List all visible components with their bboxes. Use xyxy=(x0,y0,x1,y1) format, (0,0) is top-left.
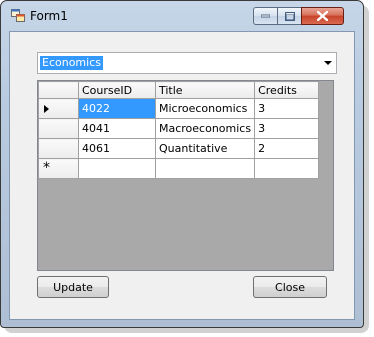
grid-corner-header[interactable] xyxy=(38,81,79,99)
cell-courseid[interactable]: 4022 xyxy=(78,98,156,119)
cell-courseid[interactable]: 4041 xyxy=(78,118,156,139)
new-row-asterisk-icon: * xyxy=(43,160,50,176)
close-x-icon xyxy=(317,11,328,21)
cell-credits[interactable]: 3 xyxy=(254,98,320,119)
cell-courseid[interactable]: 4061 xyxy=(78,138,156,159)
table-row[interactable]: 4041 Macroeconomics 3 xyxy=(38,118,320,139)
cell-title[interactable]: Microeconomics xyxy=(154,98,256,119)
maximize-button[interactable] xyxy=(277,7,302,25)
combobox-selected-text: Economics xyxy=(40,56,103,70)
column-header-title[interactable]: Title xyxy=(154,81,256,99)
row-header-current[interactable] xyxy=(38,98,79,119)
new-cell-courseid[interactable] xyxy=(78,158,156,179)
table-row[interactable]: 4061 Quantitative 2 xyxy=(38,138,320,159)
table-row[interactable]: 4022 Microeconomics 3 xyxy=(38,98,320,119)
form-client-area: Economics CourseID Title Credits 4022 Mi… xyxy=(9,31,355,320)
dropdown-arrow-icon[interactable] xyxy=(324,61,332,65)
title-bar[interactable]: Form1 xyxy=(1,1,363,31)
grid-table: CourseID Title Credits 4022 Microeconomi… xyxy=(38,81,320,179)
row-header[interactable] xyxy=(38,118,79,139)
cell-title[interactable]: Macroeconomics xyxy=(154,118,256,139)
minimize-button[interactable] xyxy=(253,7,278,25)
department-combobox[interactable]: Economics xyxy=(37,52,337,74)
window-title: Form1 xyxy=(30,9,68,23)
row-header[interactable] xyxy=(38,138,79,159)
current-row-arrow-icon xyxy=(44,105,49,113)
column-header-credits[interactable]: Credits xyxy=(254,81,320,99)
new-row-header[interactable]: * xyxy=(38,158,79,179)
maximize-icon xyxy=(284,11,295,21)
form-window: Form1 Economics CourseID Title Credits 4… xyxy=(0,0,364,328)
cell-credits[interactable]: 2 xyxy=(254,138,320,159)
app-window-icon xyxy=(11,9,25,22)
update-button[interactable]: Update xyxy=(37,276,109,298)
close-window-button[interactable] xyxy=(301,7,344,25)
new-cell-credits[interactable] xyxy=(254,158,320,179)
grid-header-row: CourseID Title Credits xyxy=(38,81,320,99)
cell-title[interactable]: Quantitative xyxy=(154,138,256,159)
courses-data-grid[interactable]: CourseID Title Credits 4022 Microeconomi… xyxy=(37,80,334,271)
minimize-icon xyxy=(261,14,270,18)
cell-credits[interactable]: 3 xyxy=(254,118,320,139)
column-header-courseid[interactable]: CourseID xyxy=(78,81,156,99)
new-cell-title[interactable] xyxy=(154,158,256,179)
new-row[interactable]: * xyxy=(38,158,320,179)
close-button[interactable]: Close xyxy=(253,276,327,298)
